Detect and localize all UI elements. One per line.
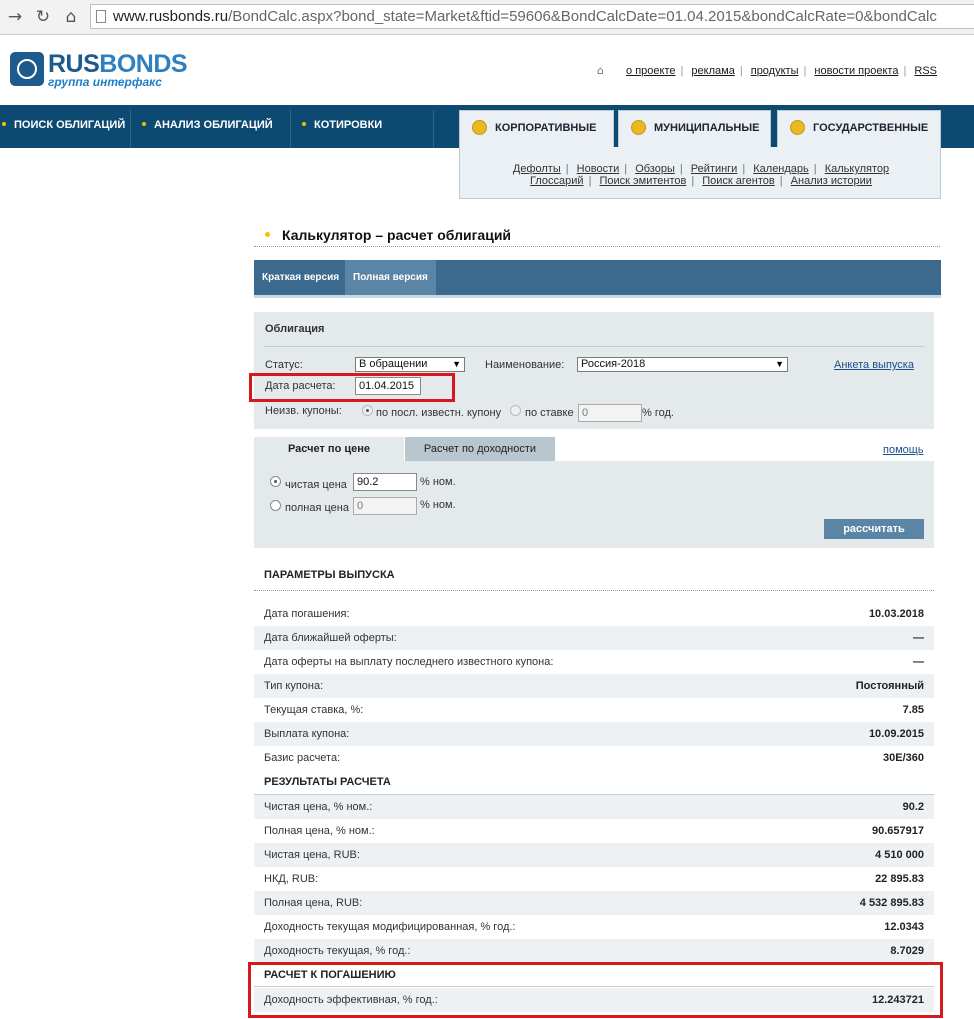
tab-calc-by-yield[interactable]: Расчет по доходности: [405, 437, 555, 462]
full-price-unit: % ном.: [420, 499, 456, 511]
price-calc-panel: чистая цена 90.2 % ном. полная цена 0 % …: [254, 461, 934, 548]
table-row: НКД, RUB: 22 895.83: [264, 873, 924, 885]
reload-icon[interactable]: ↻: [32, 6, 54, 28]
calculate-button[interactable]: рассчитать: [824, 519, 924, 539]
table-row: Чистая цена, % ном.: 90.2: [254, 795, 934, 819]
sub-link-issuers[interactable]: Поиск эмитентов: [599, 175, 686, 187]
table-row: Тип купона: Постоянный: [254, 674, 934, 698]
highlight-maturity: [248, 962, 943, 1018]
clean-price-unit: % ном.: [420, 476, 456, 488]
nav-quotes[interactable]: КОТИРОВКИ: [302, 105, 382, 148]
coin-icon: [472, 119, 487, 135]
coupons-label: Неизв. купоны:: [265, 405, 342, 417]
nav-bond-search[interactable]: ПОИСК ОБЛИГАЦИЙ: [2, 105, 125, 148]
tab-full-version[interactable]: Полная версия: [345, 260, 436, 295]
dropdown-arrow-icon: ▼: [775, 359, 784, 369]
back-arrow-icon[interactable]: →: [4, 6, 26, 28]
tab-corporate[interactable]: КОРПОРАТИВНЫЕ: [459, 110, 614, 148]
bond-form: Облигация Статус: В обращении ▼ Наименова…: [254, 312, 934, 429]
table-row: Текущая ставка, %: 7.85: [264, 704, 924, 716]
table-row: Доходность текущая, % год.: 8.7029: [254, 939, 934, 963]
home-small-icon[interactable]: ⌂: [597, 64, 604, 77]
table-row: Дата ближайшей оферты: —: [254, 626, 934, 650]
coin-icon: [790, 119, 805, 135]
table-row: Базис расчета: 30E/360: [264, 752, 924, 764]
table-row: Выплата купона: 10.09.2015: [254, 722, 934, 746]
table-row: Доходность текущая модифицированная, % г…: [264, 921, 924, 933]
tab-calc-by-price[interactable]: Расчет по цене: [254, 437, 404, 462]
highlight-date: [249, 373, 455, 402]
sub-link-history[interactable]: Анализ истории: [791, 175, 872, 187]
table-row: Полная цена, RUB: 4 532 895.83: [254, 891, 934, 915]
version-tabs: Краткая версия Полная версия: [254, 260, 941, 298]
top-links: ⌂ о проекте | реклама | продукты | новости …: [597, 64, 937, 77]
rate-unit: % год.: [642, 407, 674, 419]
bond-name-select[interactable]: Россия-2018 ▼: [577, 357, 788, 372]
full-price-radio[interactable]: [270, 500, 281, 511]
browser-toolbar: → ↻ ⌂ www.rusbonds.ru/BondCalc.aspx?bond…: [0, 0, 974, 35]
sub-link-ratings[interactable]: Рейтинги: [691, 163, 738, 175]
sub-link-calculator[interactable]: Калькулятор: [825, 163, 889, 175]
link-ads[interactable]: реклама: [691, 65, 734, 77]
logo-icon: [10, 52, 44, 86]
coupon-last-label: по посл. известн. купону: [376, 407, 502, 419]
link-about[interactable]: о проекте: [626, 65, 675, 77]
status-select[interactable]: В обращении ▼: [355, 357, 465, 372]
sub-link-glossary[interactable]: Глоссарий: [530, 175, 584, 187]
coupon-rate-input[interactable]: 0: [578, 404, 642, 422]
nav-bond-analysis[interactable]: АНАЛИЗ ОБЛИГАЦИЙ: [142, 105, 273, 148]
tab-government[interactable]: ГОСУДАРСТВЕННЫЕ: [777, 110, 941, 148]
site-logo[interactable]: RUSBONDS группа интерфакс: [10, 50, 215, 92]
table-row: Дата оферты на выплату последнего извест…: [264, 656, 924, 668]
clean-price-input[interactable]: 90.2: [353, 473, 417, 491]
page-icon: [96, 10, 106, 23]
table-row: Полная цена, % ном.: 90.657917: [264, 825, 924, 837]
coupon-last-radio[interactable]: [362, 405, 373, 416]
url-path: /BondCalc.aspx?bond_state=Market&ftid=59…: [228, 8, 937, 25]
home-icon[interactable]: ⌂: [60, 6, 82, 28]
tab-short-version[interactable]: Краткая версия: [254, 260, 347, 295]
link-products[interactable]: продукты: [751, 65, 799, 77]
results-heading: РЕЗУЛЬТАТЫ РАСЧЕТА: [264, 776, 391, 788]
url-host: www.rusbonds.ru: [113, 8, 229, 25]
coupon-rate-label: по ставке: [525, 407, 574, 419]
issue-profile-link[interactable]: Анкета выпуска: [834, 359, 914, 371]
full-price-label: полная цена: [285, 502, 349, 514]
table-row: Чистая цена, RUB: 4 510 000: [254, 843, 934, 867]
full-price-input[interactable]: 0: [353, 497, 417, 515]
clean-price-label: чистая цена: [285, 479, 347, 491]
help-link[interactable]: помощь: [883, 444, 924, 456]
sub-link-calendar[interactable]: Календарь: [753, 163, 809, 175]
coupon-rate-radio[interactable]: [510, 405, 521, 416]
address-bar[interactable]: www.rusbonds.ru/BondCalc.aspx?bond_state…: [90, 4, 974, 29]
page-title: Калькулятор – расчет облигаций: [265, 227, 511, 243]
bullet-icon: [265, 232, 270, 238]
sub-menu: Дефолты | Новости | Обзоры | Рейтинги | Кале…: [459, 147, 941, 199]
sub-link-news[interactable]: Новости: [577, 163, 620, 175]
sub-link-agents[interactable]: Поиск агентов: [702, 175, 775, 187]
form-heading: Облигация: [265, 323, 325, 335]
params-heading: ПАРАМЕТРЫ ВЫПУСКА: [264, 569, 395, 581]
sub-link-defaults[interactable]: Дефолты: [513, 163, 561, 175]
link-news[interactable]: новости проекта: [814, 65, 898, 77]
name-label: Наименование:: [485, 359, 565, 371]
clean-price-radio[interactable]: [270, 476, 281, 487]
tab-municipal[interactable]: МУНИЦИПАЛЬНЫЕ: [618, 110, 771, 148]
status-label: Статус:: [265, 359, 303, 371]
coin-icon: [631, 119, 646, 135]
link-rss[interactable]: RSS: [914, 65, 937, 77]
sub-link-reviews[interactable]: Обзоры: [635, 163, 675, 175]
logo-subtitle: группа интерфакс: [48, 75, 162, 89]
table-row: Дата погашения: 10.03.2018: [264, 608, 924, 620]
dropdown-arrow-icon: ▼: [452, 359, 461, 369]
